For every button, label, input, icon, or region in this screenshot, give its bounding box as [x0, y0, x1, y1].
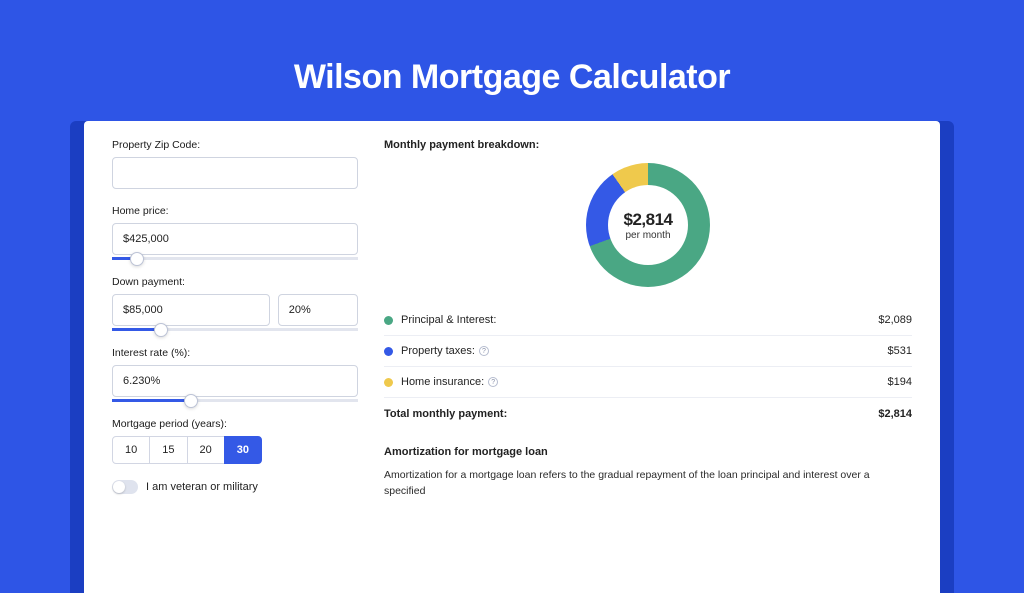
- period-btn-20[interactable]: 20: [187, 436, 225, 464]
- page-title: Wilson Mortgage Calculator: [60, 40, 964, 121]
- card-shadow: Property Zip Code: Home price: Down paym…: [70, 121, 954, 593]
- veteran-toggle[interactable]: [112, 480, 138, 494]
- period-btn-15[interactable]: 15: [149, 436, 187, 464]
- donut-amount: $2,814: [624, 210, 673, 230]
- dot-icon-yellow: [384, 378, 393, 387]
- info-icon[interactable]: ?: [488, 377, 498, 387]
- interest-slider-handle[interactable]: [184, 394, 198, 408]
- period-btn-10[interactable]: 10: [112, 436, 150, 464]
- home-price-label: Home price:: [112, 205, 358, 217]
- breakdown-title: Monthly payment breakdown:: [384, 139, 912, 151]
- period-buttons: 10 15 20 30: [112, 436, 358, 464]
- down-payment-pct-input[interactable]: [278, 294, 358, 326]
- veteran-toggle-row: I am veteran or military: [112, 480, 358, 494]
- donut-chart-wrap: $2,814 per month: [384, 163, 912, 287]
- legend-row-taxes: Property taxes: ? $531: [384, 336, 912, 367]
- donut-center: $2,814 per month: [608, 185, 688, 265]
- interest-slider-fill: [112, 399, 191, 402]
- home-price-slider-handle[interactable]: [130, 252, 144, 266]
- interest-input[interactable]: [112, 365, 358, 397]
- dot-icon-green: [384, 316, 393, 325]
- down-payment-slider[interactable]: [112, 328, 358, 331]
- breakdown-column: Monthly payment breakdown: $2,814 per mo…: [384, 139, 912, 593]
- period-field-group: Mortgage period (years): 10 15 20 30: [112, 418, 358, 464]
- legend-value-taxes: $531: [888, 345, 912, 357]
- form-column: Property Zip Code: Home price: Down paym…: [112, 139, 358, 593]
- down-payment-label: Down payment:: [112, 276, 358, 288]
- amortization-body: Amortization for a mortgage loan refers …: [384, 468, 912, 500]
- veteran-label: I am veteran or military: [146, 481, 258, 493]
- total-row: Total monthly payment: $2,814: [384, 398, 912, 430]
- zip-field-group: Property Zip Code:: [112, 139, 358, 189]
- down-payment-field-group: Down payment:: [112, 276, 358, 331]
- donut-chart: $2,814 per month: [586, 163, 710, 287]
- total-label: Total monthly payment:: [384, 408, 878, 420]
- legend-label-insurance: Home insurance: ?: [401, 376, 888, 388]
- interest-slider[interactable]: [112, 399, 358, 402]
- amortization-title: Amortization for mortgage loan: [384, 446, 912, 458]
- dot-icon-blue: [384, 347, 393, 356]
- legend-label-principal: Principal & Interest:: [401, 314, 878, 326]
- legend-value-insurance: $194: [888, 376, 912, 388]
- down-payment-input[interactable]: [112, 294, 270, 326]
- home-price-slider[interactable]: [112, 257, 358, 260]
- zip-label: Property Zip Code:: [112, 139, 358, 151]
- total-value: $2,814: [878, 408, 912, 420]
- period-btn-30[interactable]: 30: [224, 436, 262, 464]
- legend-row-insurance: Home insurance: ? $194: [384, 367, 912, 398]
- legend-value-principal: $2,089: [878, 314, 912, 326]
- down-payment-slider-handle[interactable]: [154, 323, 168, 337]
- period-label: Mortgage period (years):: [112, 418, 358, 430]
- home-price-input[interactable]: [112, 223, 358, 255]
- legend-row-principal: Principal & Interest: $2,089: [384, 305, 912, 336]
- donut-sub: per month: [625, 230, 670, 241]
- legend-label-taxes: Property taxes: ?: [401, 345, 888, 357]
- zip-input[interactable]: [112, 157, 358, 189]
- calculator-card: Property Zip Code: Home price: Down paym…: [84, 121, 940, 593]
- interest-field-group: Interest rate (%):: [112, 347, 358, 402]
- interest-label: Interest rate (%):: [112, 347, 358, 359]
- home-price-field-group: Home price:: [112, 205, 358, 260]
- veteran-toggle-knob: [113, 481, 125, 493]
- info-icon[interactable]: ?: [479, 346, 489, 356]
